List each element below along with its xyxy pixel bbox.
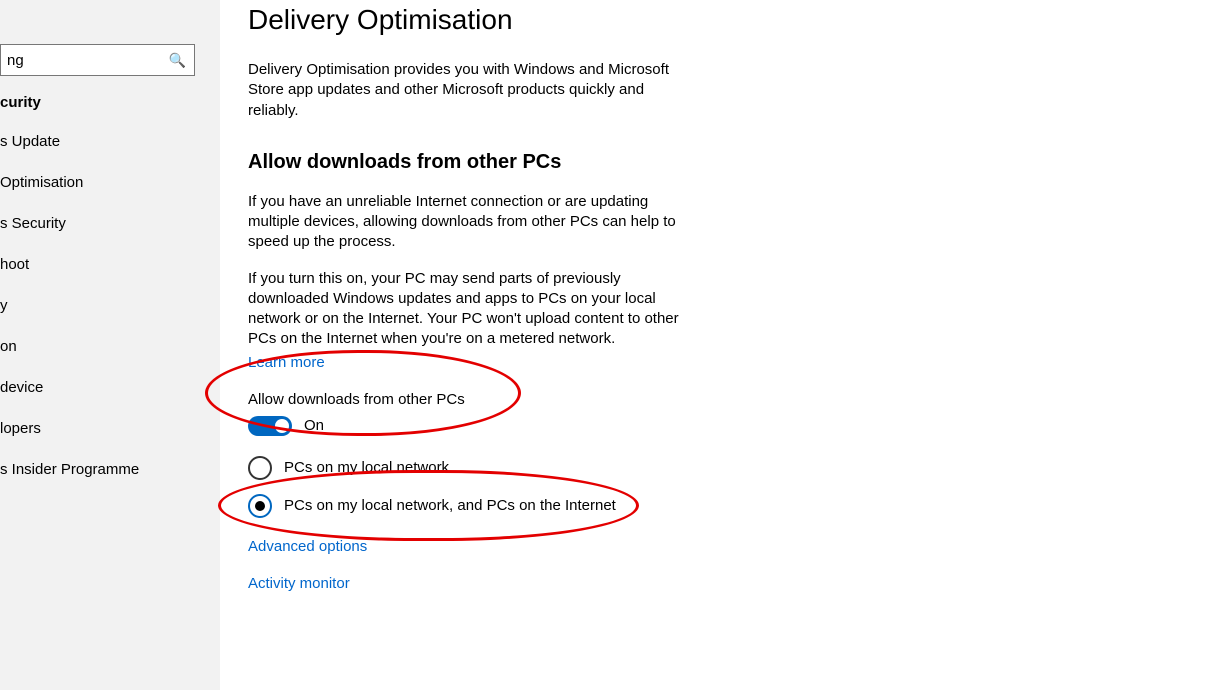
section-heading: Allow downloads from other PCs — [248, 151, 688, 174]
radio-label: PCs on my local network, and PCs on the … — [284, 497, 616, 514]
toggle-state-text: On — [304, 417, 324, 434]
sidebar-heading: curity — [0, 94, 220, 111]
radio-label: PCs on my local network — [284, 459, 449, 476]
allow-downloads-toggle[interactable] — [248, 416, 292, 436]
sidebar-item-recovery[interactable]: y — [0, 285, 220, 326]
intro-text: Delivery Optimisation provides you with … — [248, 60, 688, 121]
sidebar-item-insider-programme[interactable]: s Insider Programme — [0, 449, 220, 490]
page-title: Delivery Optimisation — [248, 4, 688, 36]
sidebar-item-delivery-optimisation[interactable]: Optimisation — [0, 162, 220, 203]
sidebar-item-windows-update[interactable]: s Update — [0, 121, 220, 162]
learn-more-link[interactable]: Learn more — [248, 354, 325, 371]
activity-monitor-link[interactable]: Activity monitor — [248, 575, 350, 592]
advanced-options-link[interactable]: Advanced options — [248, 538, 367, 555]
toggle-knob — [275, 419, 289, 433]
radio-icon — [248, 494, 272, 518]
sidebar: 🔍 curity s Update Optimisation s Securit… — [0, 0, 220, 690]
sidebar-item-troubleshoot[interactable]: hoot — [0, 244, 220, 285]
radio-local-and-internet[interactable]: PCs on my local network, and PCs on the … — [248, 494, 688, 518]
paragraph-1: If you have an unreliable Internet conne… — [248, 192, 688, 253]
sidebar-item-windows-security[interactable]: s Security — [0, 203, 220, 244]
radio-icon — [248, 456, 272, 480]
sidebar-item-activation[interactable]: on — [0, 326, 220, 367]
sidebar-item-for-developers[interactable]: lopers — [0, 408, 220, 449]
search-input[interactable] — [1, 45, 178, 75]
search-box[interactable]: 🔍 — [0, 44, 195, 76]
radio-local-network[interactable]: PCs on my local network — [248, 456, 688, 480]
sidebar-item-find-my-device[interactable]: device — [0, 367, 220, 408]
paragraph-2: If you turn this on, your PC may send pa… — [248, 269, 688, 350]
search-icon: 🔍 — [169, 52, 186, 69]
main-content: Delivery Optimisation Delivery Optimisat… — [220, 0, 728, 690]
toggle-label: Allow downloads from other PCs — [248, 391, 688, 408]
